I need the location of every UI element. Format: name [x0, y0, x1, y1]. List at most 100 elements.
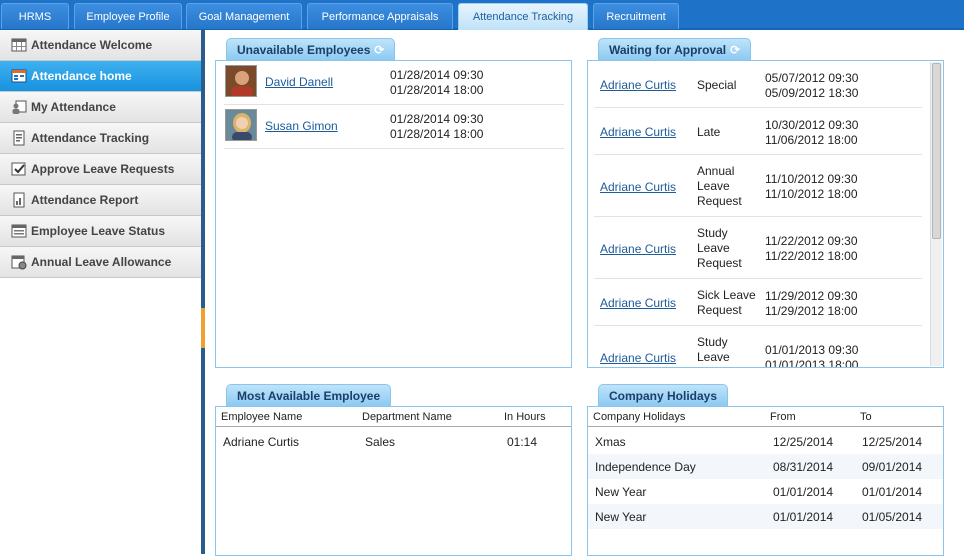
refresh-icon[interactable]: ⟳	[374, 39, 384, 62]
sidebar-item-employee-leave-status[interactable]: Employee Leave Status	[0, 216, 201, 247]
sidebar-item-label: Employee Leave Status	[31, 224, 166, 238]
leave-dates: 01/28/2014 09:30 01/28/2014 18:00	[390, 112, 483, 142]
from-cell: 12/25/2014	[773, 435, 834, 449]
sidebar-resize-bar[interactable]	[201, 30, 205, 554]
employee-name-link[interactable]: Adriane Curtis	[600, 78, 676, 92]
sidebar-item-attendance-report[interactable]: Attendance Report	[0, 185, 201, 216]
column-header[interactable]: Department Name	[362, 411, 452, 423]
sidebar-item-attendance-welcome[interactable]: Attendance Welcome	[0, 30, 201, 61]
employee-name-link[interactable]: Adriane Curtis	[600, 351, 676, 365]
waiting-for-approval-header: Waiting for Approval ⟳	[598, 38, 752, 62]
date-from: 01/28/2014 09:30	[390, 68, 484, 82]
column-header[interactable]: In Hours	[504, 411, 546, 423]
leave-dates: 01/28/2014 09:30 01/28/2014 18:00	[390, 68, 483, 98]
sidebar-item-label: My Attendance	[31, 100, 116, 114]
leave-dates: 11/29/2012 09:30 11/29/2012 18:00	[765, 289, 858, 319]
date-to: 11/06/2012 18:00	[765, 133, 858, 147]
column-header[interactable]: Employee Name	[221, 411, 302, 423]
approve-icon	[11, 161, 27, 177]
date-to: 01/28/2014 18:00	[390, 127, 484, 141]
employee-name-link[interactable]: Susan Gimon	[265, 119, 338, 133]
sidebar-item-attendance-tracking[interactable]: Attendance Tracking	[0, 123, 201, 154]
employee-name-link[interactable]: Adriane Curtis	[600, 125, 676, 139]
sidebar-item-attendance-home[interactable]: Attendance home	[0, 61, 201, 92]
column-header[interactable]: Company Holidays	[593, 411, 685, 423]
scrollbar[interactable]	[930, 62, 942, 366]
date-from: 11/10/2012 09:30	[765, 172, 858, 186]
tab-performance-appraisals[interactable]: Performance Appraisals	[307, 3, 453, 29]
holiday-name-cell: New Year	[595, 510, 647, 524]
holiday-name-cell: Independence Day	[595, 460, 696, 474]
department-cell: Sales	[365, 435, 396, 449]
date-to: 01/01/2013 18:00	[765, 358, 859, 368]
table-row[interactable]: New Year 01/01/2014 01/05/2014	[588, 504, 943, 529]
list-item: Adriane Curtis Special 05/07/2012 09:30 …	[594, 61, 922, 108]
employee-name-link[interactable]: Adriane Curtis	[600, 242, 676, 256]
list-item: Susan Gimon 01/28/2014 09:30 01/28/2014 …	[224, 105, 564, 149]
date-from: 10/30/2012 09:30	[765, 118, 859, 132]
most-available-employee-panel: Employee Name Department Name In Hours A…	[215, 406, 572, 556]
date-to: 01/28/2014 18:00	[390, 83, 484, 97]
list-item: David Danell 01/28/2014 09:30 01/28/2014…	[224, 61, 564, 105]
from-cell: 01/01/2014	[773, 510, 834, 524]
leave-type: Late	[697, 125, 721, 139]
sidebar-item-label: Annual Leave Allowance	[31, 255, 172, 269]
holiday-name-cell: New Year	[595, 485, 647, 499]
panel-title: Most Available Employee	[237, 389, 381, 403]
report-icon	[11, 192, 27, 208]
tab-employee-profile[interactable]: Employee Profile	[74, 3, 182, 29]
date-to: 11/22/2012 18:00	[765, 249, 858, 263]
sidebar-item-my-attendance[interactable]: My Attendance	[0, 92, 201, 123]
table-row[interactable]: New Year 01/01/2014 01/01/2014	[588, 479, 943, 504]
leave-dates: 05/07/2012 09:30 05/09/2012 18:30	[765, 71, 858, 101]
employee-cell: Adriane Curtis	[223, 435, 300, 449]
sidebar-item-label: Attendance Report	[31, 193, 139, 207]
avatar	[225, 109, 257, 141]
avatar	[225, 65, 257, 97]
employee-name-link[interactable]: Adriane Curtis	[600, 296, 676, 310]
date-to: 11/29/2012 18:00	[765, 304, 858, 318]
list-item: Adriane Curtis Sick Leave Request 11/29/…	[594, 279, 922, 326]
leave-type: Sick Leave Request	[697, 288, 756, 317]
panel-title: Unavailable Employees	[237, 43, 371, 57]
table-row[interactable]: Independence Day 08/31/2014 09/01/2014	[588, 454, 943, 479]
to-cell: 01/05/2014	[862, 510, 923, 524]
refresh-icon[interactable]: ⟳	[730, 39, 740, 62]
sidebar-item-approve-leave-requests[interactable]: Approve Leave Requests	[0, 154, 201, 185]
tab-goal-management[interactable]: Goal Management	[186, 3, 302, 29]
date-from: 01/28/2014 09:30	[390, 112, 484, 126]
column-header[interactable]: To	[860, 411, 872, 423]
date-from: 05/07/2012 09:30	[765, 71, 859, 85]
to-cell: 12/25/2014	[862, 435, 923, 449]
list-item: Adriane Curtis Annual Leave Request 11/1…	[594, 155, 922, 217]
tab-attendance-tracking[interactable]: Attendance Tracking	[458, 3, 588, 30]
unavailable-employees-header: Unavailable Employees ⟳	[226, 38, 396, 62]
collapse-handle[interactable]	[201, 308, 205, 348]
leave-dates: 10/30/2012 09:30 11/06/2012 18:00	[765, 118, 858, 148]
list-item: Adriane Curtis Late 10/30/2012 09:30 11/…	[594, 108, 922, 155]
unavailable-employees-panel: David Danell 01/28/2014 09:30 01/28/2014…	[215, 60, 572, 368]
table-row[interactable]: Xmas 12/25/2014 12/25/2014	[588, 429, 943, 454]
calendar-home-icon	[11, 68, 27, 84]
sidebar: Attendance Welcome Attendance home My At…	[0, 30, 202, 554]
date-to: 11/10/2012 18:00	[765, 187, 858, 201]
employee-name-link[interactable]: David Danell	[265, 75, 333, 89]
list-item: Adriane Curtis Study Leave 01/01/2013 09…	[594, 326, 922, 368]
to-cell: 09/01/2014	[862, 460, 923, 474]
leave-dates: 01/01/2013 09:30 01/01/2013 18:00	[765, 343, 859, 368]
employee-name-link[interactable]: Adriane Curtis	[600, 180, 676, 194]
top-tab-bar: HRMS Employee Profile Goal Management Pe…	[0, 0, 964, 30]
sidebar-item-annual-leave-allowance[interactable]: Annual Leave Allowance	[0, 247, 201, 278]
tab-recruitment[interactable]: Recruitment	[593, 3, 679, 29]
grid-header: Company Holidays From To	[588, 407, 943, 427]
to-cell: 01/01/2014	[862, 485, 923, 499]
tab-hrms[interactable]: HRMS	[1, 3, 69, 29]
panel-title: Company Holidays	[609, 389, 718, 403]
scrollbar-thumb[interactable]	[932, 63, 941, 239]
table-row[interactable]: Adriane Curtis Sales 01:14	[216, 429, 571, 454]
company-holidays-header: Company Holidays	[598, 384, 729, 406]
column-header[interactable]: From	[770, 411, 796, 423]
date-from: 11/22/2012 09:30	[765, 234, 858, 248]
date-from: 01/01/2013 09:30	[765, 343, 859, 357]
grid-header: Employee Name Department Name In Hours	[216, 407, 571, 427]
